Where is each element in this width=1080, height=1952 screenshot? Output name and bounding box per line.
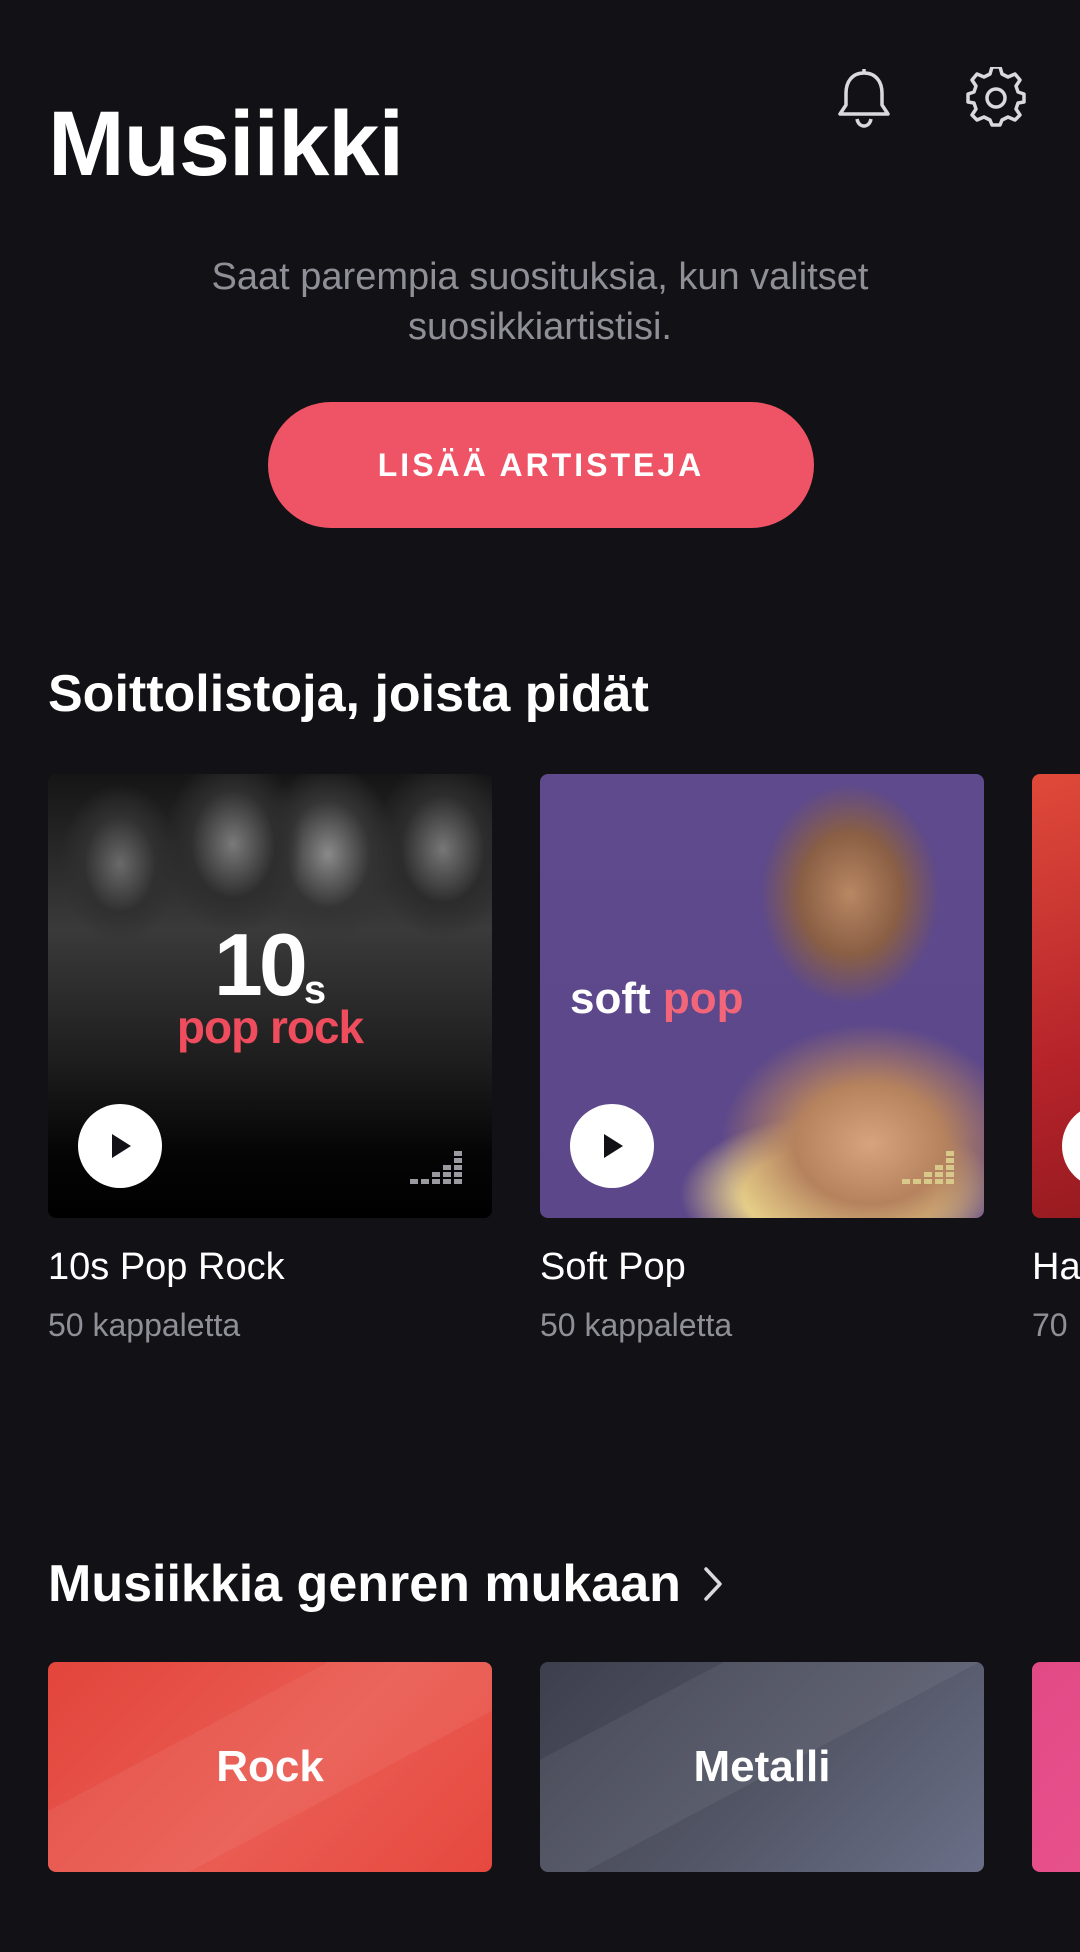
genre-tile-partial[interactable]: [1032, 1662, 1080, 1872]
recommendation-line-1: Saat parempia suosituksia, kun valitset: [211, 256, 869, 298]
bell-icon[interactable]: [832, 66, 896, 130]
recommendation-line-2: suosikkiartistisi.: [408, 306, 672, 348]
play-button[interactable]: [78, 1104, 162, 1188]
cover-word-2: pop: [662, 974, 744, 1023]
playlist-cover[interactable]: 10s pop rock: [48, 774, 492, 1218]
genre-tile-metal[interactable]: Metalli: [540, 1662, 984, 1872]
genres-title-text: Musiikkia genren mukaan: [48, 1555, 681, 1613]
music-page: Musiikki Saat parempia suosituksia, kun …: [0, 0, 1080, 1952]
gear-icon[interactable]: [964, 66, 1028, 130]
equalizer-icon: [410, 1151, 464, 1190]
playlist-name: Soft Pop: [540, 1246, 686, 1288]
play-button[interactable]: [1062, 1104, 1080, 1188]
playlist-cover[interactable]: [1032, 774, 1080, 1218]
playlist-cover[interactable]: soft pop: [540, 774, 984, 1218]
playlist-card[interactable]: 10s pop rock 10s Pop Rock 50 kappaletta: [48, 774, 492, 1344]
playlist-name: Ha: [1032, 1246, 1080, 1288]
genre-label: Rock: [216, 1742, 324, 1791]
cover-word-1: soft: [570, 974, 651, 1023]
equalizer-icon: [902, 1151, 956, 1190]
genre-label: Metalli: [693, 1742, 831, 1791]
play-icon: [112, 1134, 131, 1158]
playlist-card[interactable]: soft pop Soft Pop 50 kappaletta: [540, 774, 984, 1344]
chevron-right-icon: [704, 1567, 722, 1601]
cover-title: 10s pop rock: [48, 914, 492, 1054]
playlist-card[interactable]: Ha 70: [1032, 774, 1080, 1344]
recommendation-text: Saat parempia suosituksia, kun valitset …: [140, 252, 940, 352]
playlist-track-count: 50 kappaletta: [48, 1307, 241, 1343]
play-icon: [604, 1134, 623, 1158]
play-button[interactable]: [570, 1104, 654, 1188]
add-artists-button[interactable]: LISÄÄ ARTISTEJA: [268, 402, 814, 528]
genres-section-title[interactable]: Musiikkia genren mukaan: [48, 1554, 723, 1614]
page-title: Musiikki: [48, 93, 404, 195]
genre-tile-rock[interactable]: Rock: [48, 1662, 492, 1872]
playlist-track-count: 50 kappaletta: [540, 1307, 733, 1343]
playlist-track-count: 70: [1032, 1307, 1068, 1343]
playlist-name: 10s Pop Rock: [48, 1246, 285, 1288]
cover-title: soft pop: [570, 974, 744, 1024]
cover-subtitle: pop rock: [176, 1001, 364, 1053]
playlists-section-title: Soittolistoja, joista pidät: [48, 665, 649, 723]
